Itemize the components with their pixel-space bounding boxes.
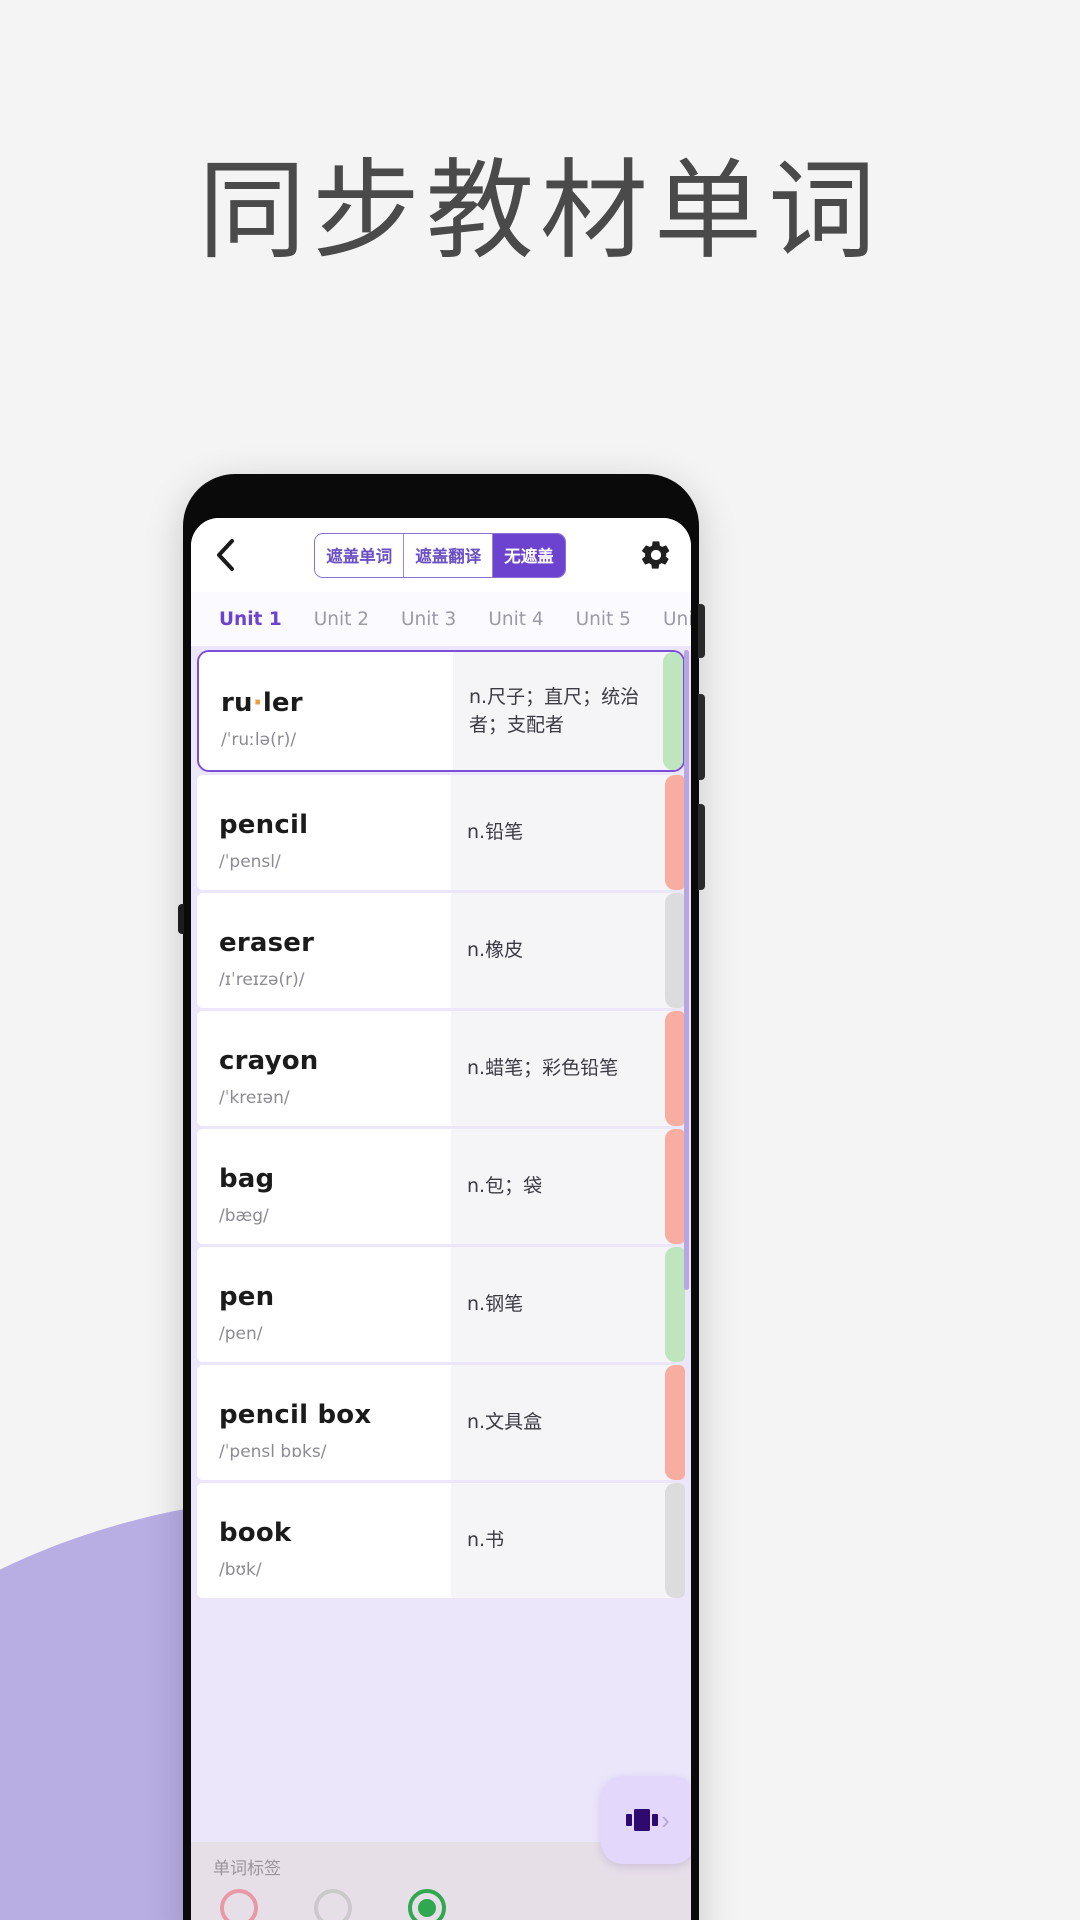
word-text: ru·ler — [221, 688, 453, 718]
mask-mode-option-2[interactable]: 无遮盖 — [493, 533, 565, 577]
phonetic-text: /ˈpensl/ — [219, 851, 281, 872]
word-text: pencil — [219, 809, 309, 840]
translation-text: n.书 — [467, 1529, 505, 1552]
translation-cell: n.书 — [451, 1483, 685, 1598]
translation-cell: n.橡皮 — [451, 893, 685, 1008]
phonetic-text: /ɪˈreɪzə(r)/ — [219, 969, 305, 990]
phonetic-text: /ˈkreɪən/ — [219, 1087, 290, 1108]
status-strip — [665, 1129, 685, 1244]
translation-cell: n.蜡笔；彩色铅笔 — [451, 1011, 685, 1126]
radio-learning-icon — [314, 1889, 352, 1920]
radio-mastered-icon — [408, 1889, 446, 1920]
word-cell: book /bʊk/ — [197, 1483, 451, 1598]
tag-option-unfamiliar[interactable]: 陌生 — [213, 1889, 265, 1920]
tag-option-mastered[interactable]: 掌握 — [401, 1889, 453, 1920]
table-row[interactable]: pencil /ˈpensl/ n.铅笔 — [197, 775, 685, 890]
unit-tab-5[interactable]: Unit 6 — [647, 609, 691, 630]
phone-side-button-3 — [698, 804, 705, 890]
translation-text: n.钢笔 — [467, 1293, 524, 1316]
app-header: 遮盖单词 遮盖翻译 无遮盖 — [191, 518, 691, 592]
phonetic-text: /pen/ — [219, 1323, 263, 1344]
word-cell: pencil box /ˈpensl bɒks/ — [197, 1365, 451, 1480]
word-cell: ru·ler /ˈruːlə(r)/ — [199, 652, 453, 770]
unit-tabs[interactable]: Unit 1 Unit 2 Unit 3 Unit 4 Unit 5 Unit … — [191, 592, 691, 646]
phonetic-text: /bæg/ — [219, 1205, 269, 1226]
unit-tab-2[interactable]: Unit 3 — [385, 609, 472, 630]
vertical-scrollbar[interactable] — [684, 650, 689, 1290]
translation-cell: n.钢笔 — [451, 1247, 685, 1362]
page-root: 同步教材单词 遮盖单词 遮盖翻译 无遮盖 Unit 1 Unit 2 Unit … — [0, 0, 1080, 1920]
chevron-right-icon: › — [661, 1805, 670, 1835]
table-row[interactable]: book /bʊk/ n.书 — [197, 1483, 685, 1598]
tag-option-learning[interactable]: 学习中 — [307, 1889, 359, 1920]
word-suffix: ler — [262, 688, 303, 718]
translation-cell: n.包；袋 — [451, 1129, 685, 1244]
word-list[interactable]: ru·ler /ˈruːlə(r)/ n.尺子；直尺；统治者；支配者 penci… — [191, 646, 691, 1886]
unit-tab-3[interactable]: Unit 4 — [472, 609, 559, 630]
unit-tab-1[interactable]: Unit 2 — [298, 609, 385, 630]
word-text: pencil box — [219, 1399, 372, 1430]
translation-text: n.尺子；直尺；统治者；支配者 — [469, 685, 640, 737]
word-tag-options: 陌生 学习中 掌握 — [213, 1889, 691, 1920]
carousel-cards-icon — [626, 1809, 659, 1831]
word-text: eraser — [219, 927, 315, 958]
translation-cell: n.尺子；直尺；统治者；支配者 — [453, 652, 683, 770]
phone-side-button-2 — [698, 694, 705, 780]
phonetic-text: /ˈpensl bɒks/ — [219, 1441, 327, 1462]
status-strip — [665, 1247, 685, 1362]
word-cell: pen /pen/ — [197, 1247, 451, 1362]
translation-text: n.橡皮 — [467, 939, 524, 962]
status-strip — [665, 1483, 685, 1598]
status-strip — [663, 652, 683, 770]
back-button[interactable] — [209, 535, 241, 575]
translation-text: n.蜡笔；彩色铅笔 — [467, 1057, 619, 1080]
mask-mode-option-0[interactable]: 遮盖单词 — [315, 533, 405, 577]
unit-tab-0[interactable]: Unit 1 — [203, 609, 298, 630]
translation-text: n.铅笔 — [467, 821, 524, 844]
card-mode-button[interactable]: › — [601, 1776, 691, 1864]
unit-tab-4[interactable]: Unit 5 — [560, 609, 647, 630]
settings-button[interactable] — [639, 538, 673, 572]
status-strip — [665, 775, 685, 890]
page-title: 同步教材单词 — [197, 149, 882, 274]
status-strip — [665, 893, 685, 1008]
mask-mode-segmented-control: 遮盖单词 遮盖翻译 无遮盖 — [241, 532, 639, 578]
mask-mode-option-1[interactable]: 遮盖翻译 — [404, 533, 494, 577]
word-text: crayon — [219, 1045, 319, 1076]
word-text: book — [219, 1517, 292, 1548]
status-strip — [665, 1365, 685, 1480]
phonetic-text: /ˈruːlə(r)/ — [221, 730, 297, 750]
translation-text: n.文具盒 — [467, 1411, 543, 1434]
word-cell: eraser /ɪˈreɪzə(r)/ — [197, 893, 451, 1008]
phone-side-button-left — [178, 904, 184, 934]
phone-side-button-1 — [698, 604, 705, 658]
translation-cell: n.铅笔 — [451, 775, 685, 890]
table-row[interactable]: bag /bæg/ n.包；袋 — [197, 1129, 685, 1244]
status-strip — [665, 1011, 685, 1126]
table-row[interactable]: pencil box /ˈpensl bɒks/ n.文具盒 — [197, 1365, 685, 1480]
chevron-left-icon — [217, 539, 234, 571]
word-cell: bag /bæg/ — [197, 1129, 451, 1244]
table-row[interactable]: ru·ler /ˈruːlə(r)/ n.尺子；直尺；统治者；支配者 — [197, 650, 685, 772]
word-cell: pencil /ˈpensl/ — [197, 775, 451, 890]
table-row[interactable]: pen /pen/ n.钢笔 — [197, 1247, 685, 1362]
syllable-dot: · — [252, 688, 263, 718]
word-cell: crayon /ˈkreɪən/ — [197, 1011, 451, 1126]
word-prefix: ru — [221, 688, 253, 718]
word-text: pen — [219, 1281, 275, 1312]
table-row[interactable]: crayon /ˈkreɪən/ n.蜡笔；彩色铅笔 — [197, 1011, 685, 1126]
radio-unfamiliar-icon — [220, 1889, 258, 1920]
word-text: bag — [219, 1163, 275, 1194]
translation-text: n.包；袋 — [467, 1175, 543, 1198]
phonetic-text: /bʊk/ — [219, 1559, 262, 1580]
translation-cell: n.文具盒 — [451, 1365, 685, 1480]
table-row[interactable]: eraser /ɪˈreɪzə(r)/ n.橡皮 — [197, 893, 685, 1008]
gear-icon — [642, 541, 670, 569]
phone-mockup: 遮盖单词 遮盖翻译 无遮盖 Unit 1 Unit 2 Unit 3 Unit … — [178, 474, 705, 1920]
phone-screen: 遮盖单词 遮盖翻译 无遮盖 Unit 1 Unit 2 Unit 3 Unit … — [191, 518, 691, 1920]
